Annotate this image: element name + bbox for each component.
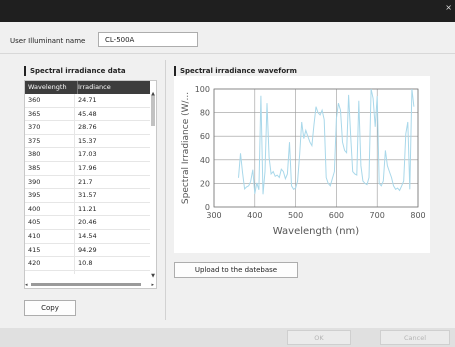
scroll-left-icon[interactable]: ◂ [25,282,28,288]
wavelength-cell: 405 [28,218,41,227]
wavelength-cell: 370 [28,123,41,132]
wavelength-cell: 385 [28,163,41,172]
cancel-button[interactable]: Cancel [380,330,450,345]
irradiance-cell: 31.57 [78,191,97,200]
upload-button[interactable]: Upload to the datebase [174,262,298,278]
wavelength-cell: 380 [28,150,41,159]
irradiance-cell: 17.03 [78,150,97,159]
irradiance-cell: 10.8 [78,259,93,268]
x-tick-label: 500 [288,211,303,220]
table-row[interactable]: 370 28.76 [25,121,150,135]
scroll-right-icon[interactable]: ▸ [151,282,154,288]
irradiance-cell: 24.71 [78,96,97,104]
horizontal-scrollbar[interactable]: ◂ ▸ [25,282,156,288]
wavelength-cell: 360 [28,96,41,104]
y-tick-label: 80 [200,109,210,118]
irradiance-cell: 20.46 [78,218,97,227]
hscroll-thumb[interactable] [31,283,141,286]
y-tick-label: 20 [200,179,210,188]
column-header-irradiance[interactable]: Irradiance [75,81,148,94]
illuminant-name-row: User Illuminant name [10,32,198,49]
y-tick-label: 100 [195,85,210,94]
data-panel-title: Spectral irradiance data [24,66,126,76]
table-row[interactable]: 365 45.48 [25,108,150,122]
close-icon[interactable]: × [445,3,452,13]
table-header: Wavelength Irradiance [25,81,150,94]
scroll-down-icon[interactable]: ▼ [150,273,156,279]
waveform-chart-svg: 300 400 500 600 700 800 0 20 40 60 80 100 Wavelengt… [181,85,426,237]
irradiance-table[interactable]: Wavelength Irradiance 360 24.71 365 45.48 37… [24,80,157,289]
x-tick-label: 600 [329,211,344,220]
y-axis-label: Spectral Irradiance (W/... [181,92,191,204]
x-tick-label: 700 [370,211,385,220]
x-tick-label: 800 [410,211,425,220]
x-tick-label: 400 [247,211,262,220]
irradiance-cell: 94.29 [78,245,97,254]
y-tick-label: 0 [205,203,210,212]
illuminant-name-input[interactable] [98,32,198,47]
wavelength-cell: 400 [28,204,41,213]
x-tick-label: 300 [206,211,221,220]
scroll-thumb[interactable] [151,96,155,126]
table-row[interactable]: 375 15.37 [25,135,150,149]
table-row[interactable]: 400 11.21 [25,203,150,217]
table-row[interactable]: 405 20.46 [25,216,150,230]
title-bar: × [0,0,455,22]
y-tick-label: 60 [200,132,210,141]
irradiance-cell: 15.37 [78,136,97,145]
ok-button[interactable]: OK [287,330,351,345]
table-row[interactable]: 420 10.8 [25,257,150,271]
copy-button[interactable]: Copy [24,300,76,316]
table-row[interactable]: 410 14.54 [25,230,150,244]
vertical-scrollbar[interactable]: ▲ ▼ [150,81,156,281]
x-axis-label: Wavelength (nm) [273,226,359,237]
wavelength-cell: 410 [28,231,41,240]
table-row[interactable]: 415 94.29 [25,244,150,258]
wavelength-cell: 415 [28,245,41,254]
table-row[interactable]: 390 21.7 [25,176,150,190]
irradiance-cell: 28.76 [78,123,97,132]
panel-divider [165,60,166,320]
divider [0,53,455,54]
y-tick-label: 40 [200,156,210,165]
chart-ticks: 300 400 500 600 700 800 0 20 40 60 80 100 [195,85,426,220]
wavelength-cell: 420 [28,259,41,268]
series-line [238,88,415,195]
irradiance-cell: 45.48 [78,109,97,118]
table-row[interactable]: 395 31.57 [25,189,150,203]
irradiance-cell: 17.96 [78,163,97,172]
wavelength-cell: 375 [28,136,41,145]
waveform-panel-title: Spectral irradiance waveform [174,66,297,76]
wavelength-cell: 395 [28,191,41,200]
wavelength-cell: 365 [28,109,41,118]
wavelength-cell: 390 [28,177,41,186]
table-row[interactable]: 360 24.71 [25,94,150,108]
irradiance-cell: 14.54 [78,231,97,240]
column-header-wavelength[interactable]: Wavelength [25,81,78,94]
table-body: 360 24.71 365 45.48 370 28.76 375 15.37 380 17.03… [25,94,150,271]
table-row[interactable]: 380 17.03 [25,148,150,162]
table-row[interactable]: 385 17.96 [25,162,150,176]
irradiance-cell: 21.7 [78,177,93,186]
illuminant-name-label: User Illuminant name [10,37,86,45]
waveform-chart: 300 400 500 600 700 800 0 20 40 60 80 100 Wavelengt… [174,76,430,253]
irradiance-cell: 11.21 [78,204,97,213]
